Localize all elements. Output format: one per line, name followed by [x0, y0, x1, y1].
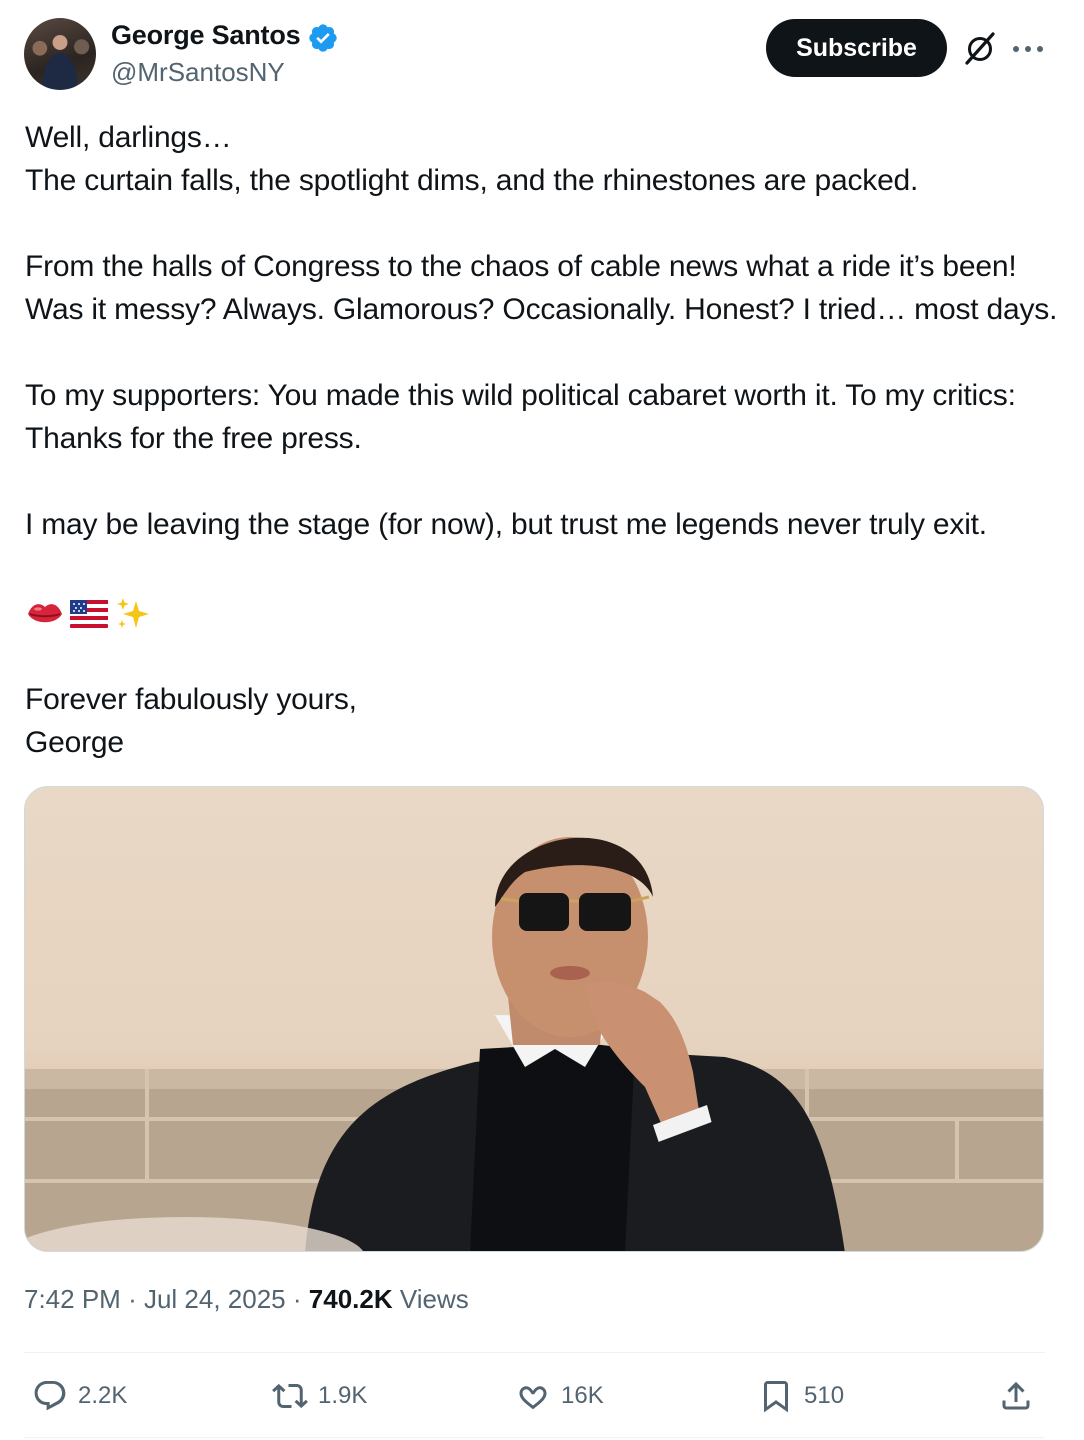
reply-count: 2.2K	[78, 1382, 128, 1409]
like-count: 16K	[561, 1382, 604, 1409]
views-count: 740.2K	[308, 1284, 393, 1314]
meta-separator: ·	[292, 1284, 302, 1314]
emoji-row	[26, 594, 152, 634]
photo-man-blowing-kiss	[25, 837, 1043, 1251]
us-flag-icon	[70, 600, 108, 628]
repost-button[interactable]: 1.9K	[272, 1372, 367, 1420]
post-photo[interactable]	[24, 786, 1044, 1252]
author-handle[interactable]: @MrSantosNY	[111, 57, 285, 88]
reply-button[interactable]: 2.2K	[32, 1372, 127, 1420]
share-icon	[1002, 1381, 1030, 1410]
meta-separator: ·	[128, 1284, 137, 1314]
post-signoff: Forever fabulously yours, George	[25, 683, 357, 759]
sparkles-icon	[117, 598, 149, 628]
repost-count: 1.9K	[318, 1382, 368, 1409]
like-button[interactable]: 16K	[515, 1372, 604, 1420]
bookmark-icon	[764, 1381, 788, 1413]
reply-icon	[34, 1381, 66, 1411]
post-text: Well, darlings… The curtain falls, the s…	[25, 121, 1058, 541]
post-time[interactable]: 7:42 PM	[24, 1284, 121, 1314]
bookmark-button[interactable]: 510	[758, 1372, 844, 1420]
post-date[interactable]: Jul 24, 2025	[144, 1284, 286, 1314]
grok-icon[interactable]	[962, 30, 998, 66]
divider	[24, 1352, 1045, 1353]
divider	[24, 1437, 1045, 1438]
bookmark-count: 510	[804, 1382, 845, 1409]
repost-icon	[272, 1383, 308, 1409]
verified-badge-icon	[309, 24, 337, 52]
author-name[interactable]: George Santos	[111, 20, 301, 51]
more-options-icon[interactable]	[1012, 44, 1044, 54]
share-button[interactable]	[998, 1372, 1034, 1420]
views-label: Views	[399, 1284, 469, 1314]
heart-icon	[519, 1386, 547, 1410]
kiss-mark-icon	[28, 604, 62, 623]
subscribe-button[interactable]: Subscribe	[766, 19, 947, 77]
post-meta: 7:42 PM · Jul 24, 2025 · 740.2K Views	[24, 1284, 469, 1315]
author-avatar[interactable]	[24, 18, 96, 90]
